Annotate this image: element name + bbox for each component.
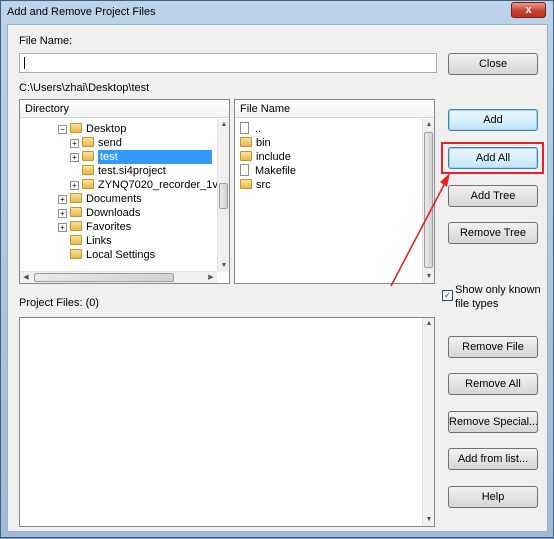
arrow-head <box>440 173 450 187</box>
arrow-line <box>390 180 447 287</box>
annotation-arrow <box>390 173 450 287</box>
dialog-window: Add and Remove Project Files x File Name… <box>0 0 554 538</box>
